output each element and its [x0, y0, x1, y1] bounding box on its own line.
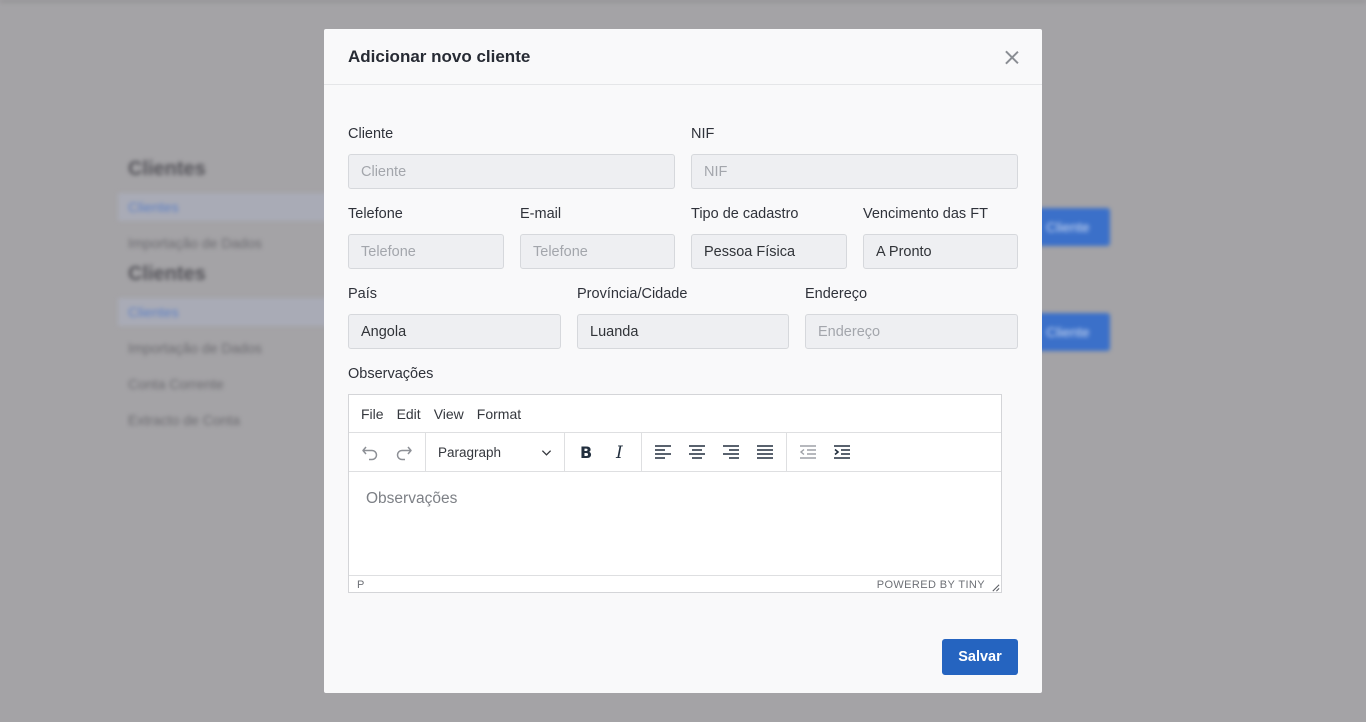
- pais-field: País Angola: [348, 286, 561, 349]
- align-right-icon[interactable]: [714, 437, 748, 467]
- editor-menubar: File Edit View Format: [349, 395, 1001, 433]
- chevron-down-icon: [541, 449, 552, 456]
- nav-item-importacao: Importação de Dados: [128, 340, 262, 356]
- telefone-input[interactable]: Telefone: [348, 234, 504, 269]
- modal-header: Adicionar novo cliente: [324, 29, 1042, 85]
- provincia-label: Província/Cidade: [577, 286, 688, 302]
- indent-icon[interactable]: [825, 437, 859, 467]
- svg-text:B: B: [580, 443, 592, 462]
- align-justify-icon[interactable]: [748, 437, 782, 467]
- nif-label: NIF: [691, 126, 715, 142]
- tipo-cadastro-label: Tipo de cadastro: [691, 206, 799, 222]
- nav-item-importacao: Importação de Dados: [128, 235, 262, 251]
- outdent-icon[interactable]: [791, 437, 825, 467]
- block-format-select[interactable]: Paragraph: [430, 437, 560, 467]
- add-client-modal: Adicionar novo cliente Cliente Cliente N…: [324, 29, 1042, 693]
- provincia-select[interactable]: Luanda: [577, 314, 789, 349]
- nav-item-extracto: Extracto de Conta: [128, 412, 241, 428]
- pais-select[interactable]: Angola: [348, 314, 561, 349]
- nav-item-conta-corrente: Conta Corrente: [128, 376, 224, 392]
- align-left-icon[interactable]: [646, 437, 680, 467]
- modal-title: Adicionar novo cliente: [348, 46, 531, 66]
- telefone-label: Telefone: [348, 206, 403, 222]
- element-path[interactable]: P: [357, 579, 364, 591]
- align-center-icon[interactable]: [680, 437, 714, 467]
- observacoes-field: Observações: [348, 366, 648, 386]
- telefone-field: Telefone Telefone: [348, 206, 504, 269]
- cliente-input[interactable]: Cliente: [348, 154, 675, 189]
- add-cliente-button: Cliente: [1030, 313, 1110, 351]
- editor-statusbar: P POWERED BY TINY: [349, 575, 1001, 593]
- bold-icon[interactable]: B: [569, 437, 603, 467]
- add-cliente-button: Cliente: [1030, 208, 1110, 246]
- redo-icon[interactable]: [387, 437, 421, 467]
- editor-toolbar: Paragraph B I: [349, 433, 1001, 472]
- rich-text-editor: File Edit View Format Paragraph B I Obse…: [348, 394, 1002, 593]
- menu-edit[interactable]: Edit: [397, 406, 421, 422]
- undo-icon[interactable]: [353, 437, 387, 467]
- menu-view[interactable]: View: [434, 406, 464, 422]
- nav-item-clientes: Clientes: [118, 298, 328, 326]
- provincia-field: Província/Cidade Luanda: [577, 286, 789, 349]
- endereco-label: Endereço: [805, 286, 868, 302]
- email-input[interactable]: Telefone: [520, 234, 675, 269]
- email-label: E-mail: [520, 206, 562, 222]
- endereco-input[interactable]: Endereço: [805, 314, 1018, 349]
- vencimento-field: Vencimento das FT A Pronto: [863, 206, 1018, 269]
- indent-group: [787, 433, 863, 471]
- section-title: Clientes: [128, 263, 206, 285]
- block-format-label: Paragraph: [438, 444, 502, 460]
- pais-label: País: [348, 286, 378, 302]
- vencimento-label: Vencimento das FT: [863, 206, 988, 222]
- menu-format[interactable]: Format: [477, 406, 521, 422]
- svg-text:I: I: [615, 443, 623, 462]
- endereco-field: Endereço Endereço: [805, 286, 1018, 349]
- history-group: [349, 433, 426, 471]
- close-icon[interactable]: [1002, 47, 1022, 67]
- nif-input[interactable]: NIF: [691, 154, 1018, 189]
- section-title: Clientes: [128, 158, 206, 180]
- tipo-cadastro-select[interactable]: Pessoa Física: [691, 234, 847, 269]
- editor-placeholder: Observações: [366, 490, 458, 507]
- nav-item-clientes: Clientes: [118, 193, 328, 221]
- format-group: B I: [565, 433, 642, 471]
- menu-file[interactable]: File: [361, 406, 384, 422]
- align-group: [642, 433, 787, 471]
- cliente-label: Cliente: [348, 126, 394, 142]
- tipo-cadastro-field: Tipo de cadastro Pessoa Física: [691, 206, 847, 269]
- editor-content[interactable]: Observações: [349, 472, 1001, 575]
- email-field: E-mail Telefone: [520, 206, 675, 269]
- save-button[interactable]: Salvar: [942, 639, 1018, 675]
- powered-by-link[interactable]: POWERED BY TINY: [877, 579, 985, 591]
- vencimento-select[interactable]: A Pronto: [863, 234, 1018, 269]
- resize-handle-icon[interactable]: [991, 583, 1000, 592]
- observacoes-label: Observações: [348, 366, 434, 382]
- block-group: Paragraph: [426, 433, 565, 471]
- nif-field: NIF NIF: [691, 126, 1018, 189]
- top-bar: [0, 0, 1366, 2]
- cliente-field: Cliente Cliente: [348, 126, 675, 189]
- italic-icon[interactable]: I: [603, 437, 637, 467]
